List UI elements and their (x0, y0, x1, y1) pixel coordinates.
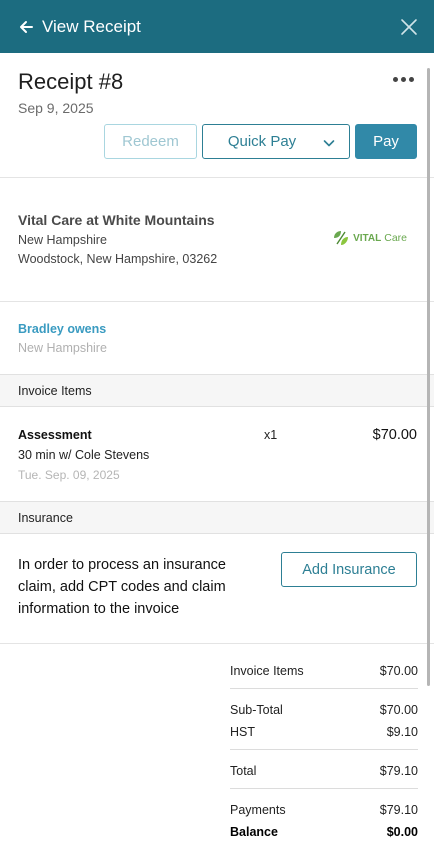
add-insurance-button[interactable]: Add Insurance (281, 552, 417, 587)
clinic-address: Woodstock, New Hampshire, 03262 (18, 252, 218, 266)
totals-value: $70.00 (379, 664, 418, 678)
pay-button[interactable]: Pay (355, 124, 417, 159)
item-quantity: x1 (264, 428, 278, 442)
clinic-logo: VITAL Care (332, 229, 407, 247)
item-name: Assessment (18, 428, 92, 442)
item-date: Tue. Sep. 09, 2025 (18, 468, 120, 482)
window-title: View Receipt (42, 16, 141, 36)
logo-word-vital: VITAL (353, 232, 382, 244)
leaf-logo-icon (334, 231, 349, 245)
patient-location: New Hampshire (18, 341, 107, 355)
top-bar: View Receipt (0, 0, 434, 53)
clinic-name: Vital Care at White Mountains (18, 212, 215, 228)
totals-label: Payments (230, 803, 286, 817)
receipt-header: Receipt #8 Sep 9, 2025 Redeem Quick Pay … (0, 53, 434, 177)
totals-label: Total (230, 764, 257, 778)
totals-value: $79.10 (379, 803, 418, 817)
insurance-message: In order to process an insurance claim, … (18, 557, 226, 617)
totals-summary: Invoice Items $70.00 Sub-Total $70.00 HS… (230, 660, 418, 843)
totals-row-payments: Payments $79.10 (230, 799, 418, 821)
item-description: 30 min w/ Cole Stevens (18, 448, 150, 462)
totals-divider (230, 749, 418, 750)
divider (0, 643, 434, 644)
patient-info: Bradley owens New Hampshire (0, 302, 434, 374)
clinic-info: Vital Care at White Mountains New Hampsh… (0, 178, 434, 301)
receipt-date: Sep 9, 2025 (18, 100, 94, 116)
close-icon[interactable] (400, 18, 418, 36)
quick-pay-label: Quick Pay (227, 133, 297, 150)
totals-row-total: Total $79.10 (230, 760, 418, 782)
invoice-items-heading: Invoice Items (0, 374, 434, 407)
totals-label: Sub-Total (230, 703, 283, 717)
receipt-title: Receipt #8 (18, 69, 124, 94)
arrow-left-icon (20, 20, 33, 33)
totals-divider (230, 788, 418, 789)
totals-divider (230, 688, 418, 689)
patient-name-link[interactable]: Bradley owens (18, 322, 416, 336)
back-button[interactable]: View Receipt (18, 17, 141, 37)
insurance-section: In order to process an insurance claim, … (0, 534, 434, 643)
totals-value: $79.10 (379, 764, 418, 778)
redeem-button[interactable]: Redeem (104, 124, 197, 159)
totals-label: HST (230, 725, 255, 739)
totals-value: $70.00 (379, 703, 418, 717)
totals-row-invoice-items: Invoice Items $70.00 (230, 660, 418, 682)
chevron-down-icon (323, 140, 335, 147)
totals-row-balance: Balance $0.00 (230, 821, 418, 843)
totals-value: $0.00 (386, 825, 418, 839)
totals-value: $9.10 (386, 725, 418, 739)
item-price: $70.00 (372, 427, 417, 443)
action-buttons: Redeem Quick Pay Pay (104, 124, 417, 159)
totals-row-subtotal: Sub-Total $70.00 (230, 699, 418, 721)
insurance-heading: Insurance (0, 501, 434, 534)
totals-row-hst: HST $9.10 (230, 721, 418, 743)
totals-label: Balance (230, 825, 278, 839)
more-options-icon[interactable] (393, 77, 414, 82)
quick-pay-dropdown[interactable]: Quick Pay (202, 124, 350, 159)
invoice-line-item: Assessment 30 min w/ Cole Stevens Tue. S… (0, 407, 434, 501)
logo-word-care: Care (384, 232, 407, 244)
totals-label: Invoice Items (230, 664, 304, 678)
